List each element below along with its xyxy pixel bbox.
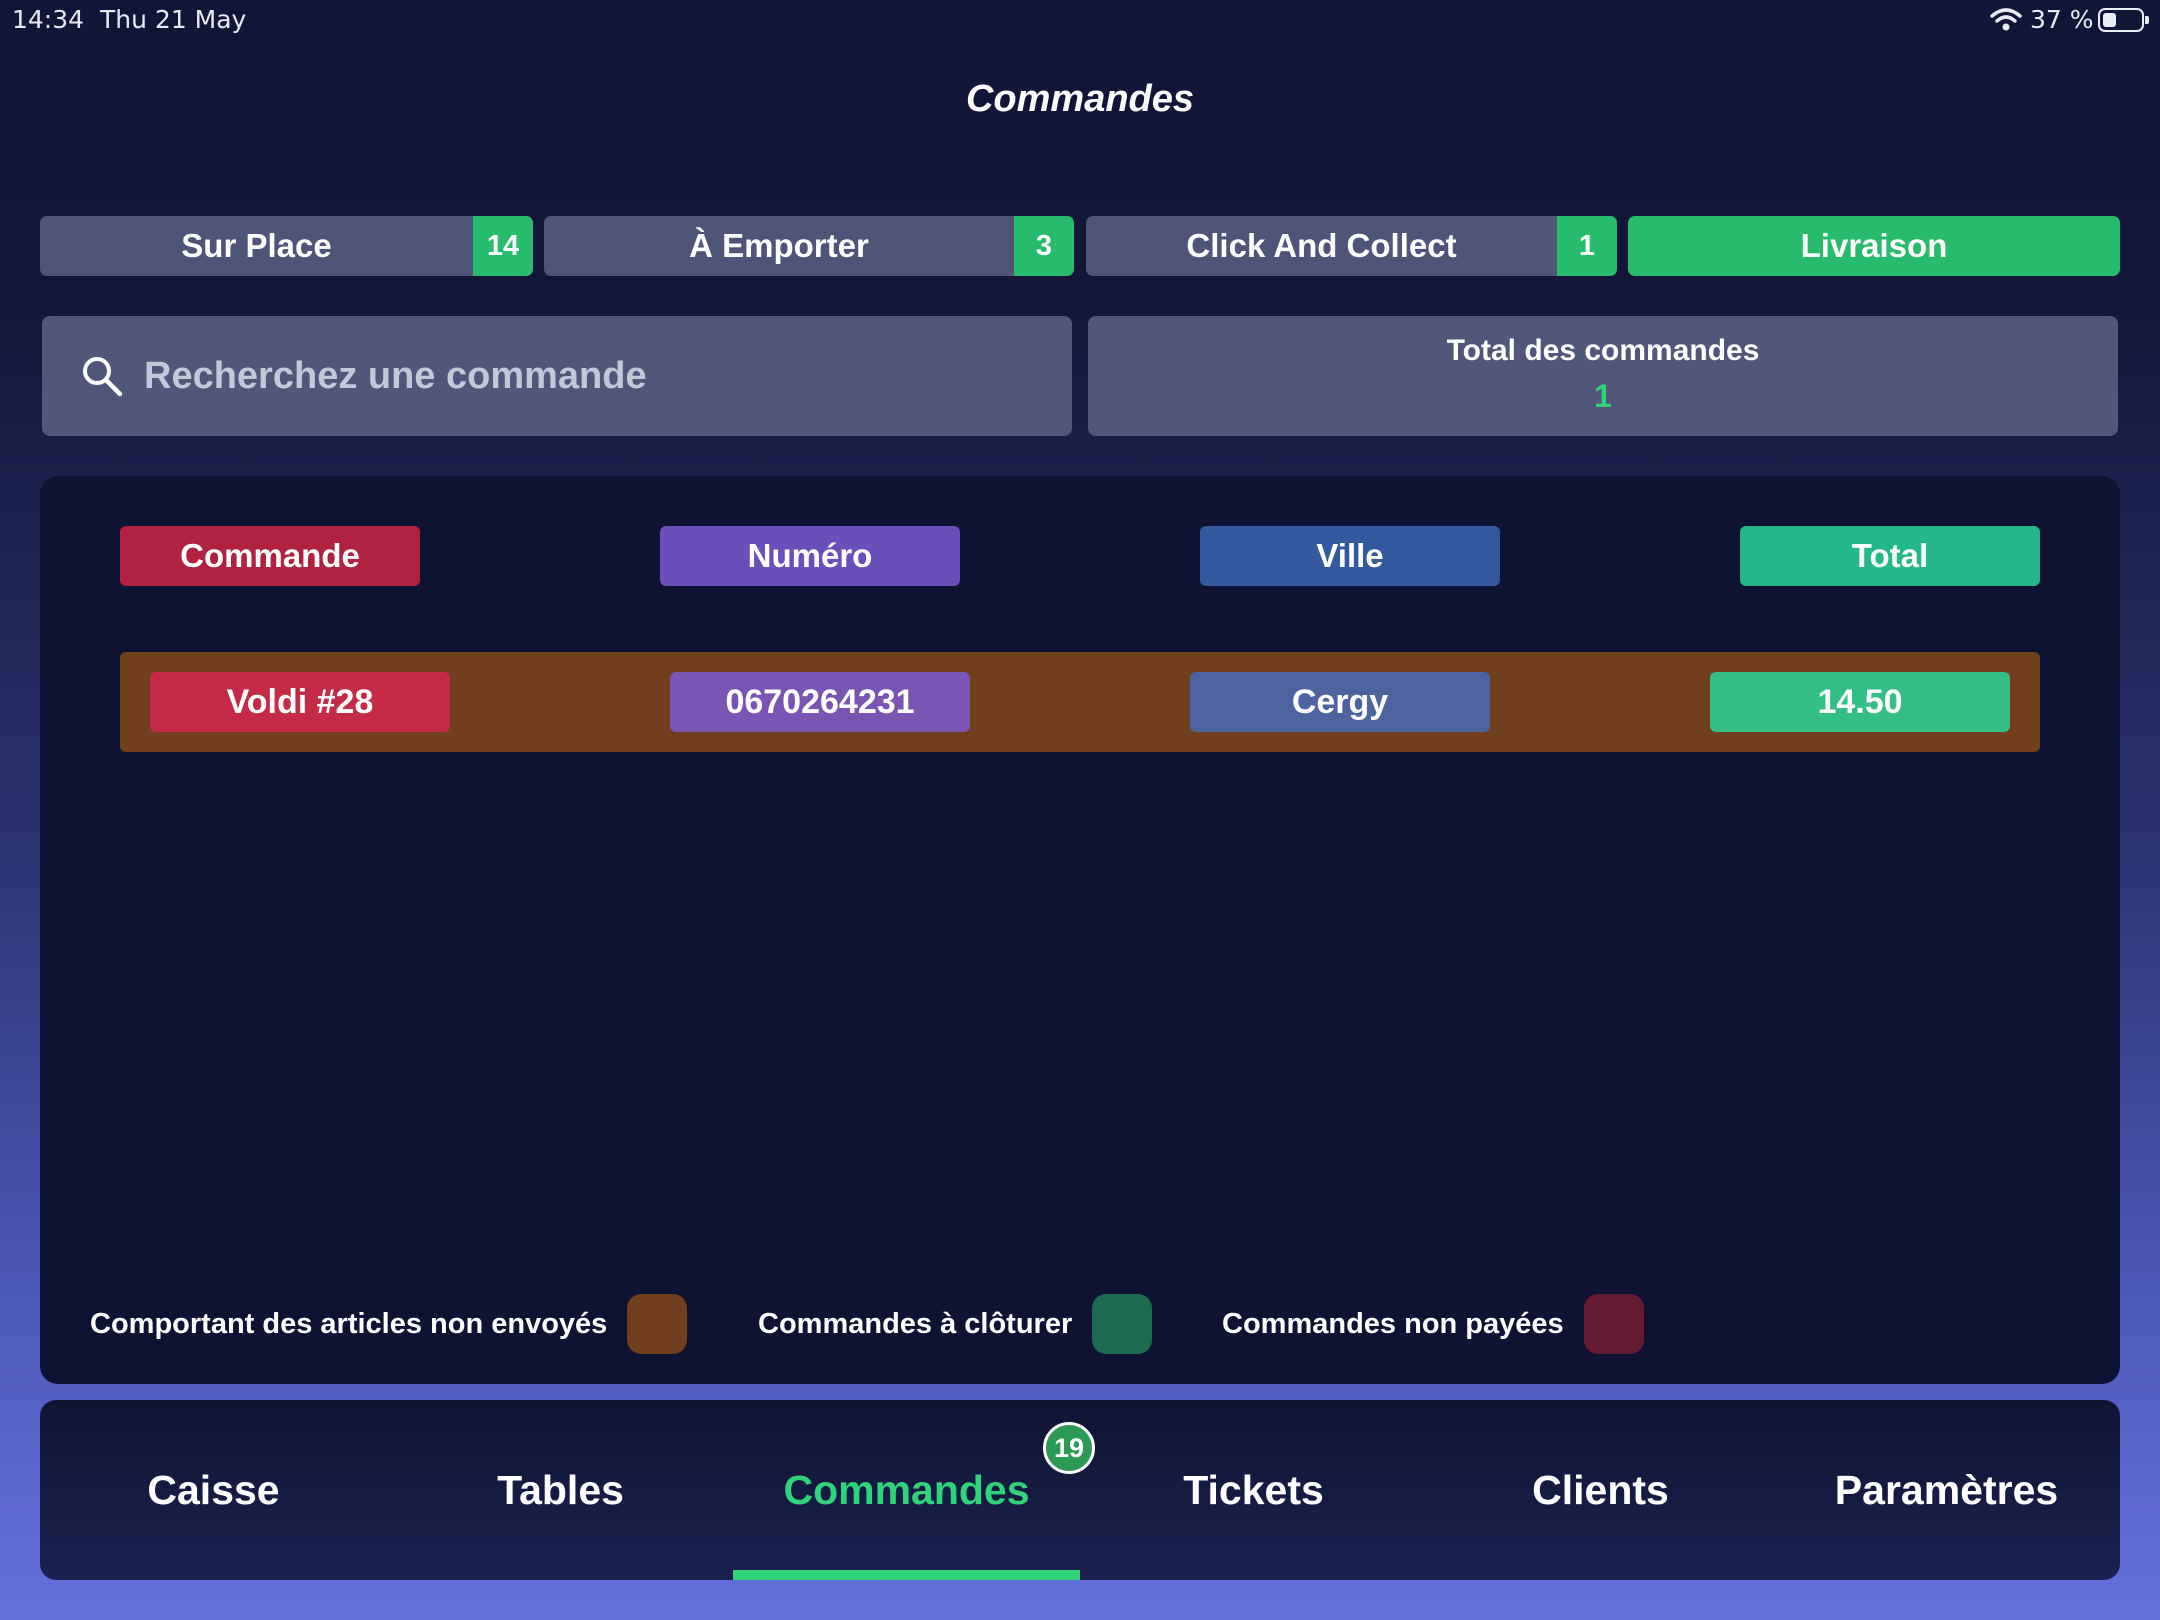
legend-unpaid: Commandes non payées [1222, 1294, 1644, 1354]
nav-tables[interactable]: Tables [387, 1400, 734, 1580]
legend-swatch-unsent [627, 1294, 688, 1354]
tab-count-badge: 1 [1557, 216, 1617, 276]
legend-unsent-items: Comportant des articles non envoyés [90, 1294, 688, 1354]
nav-commandes[interactable]: Commandes [733, 1400, 1080, 1580]
legend-label: Comportant des articles non envoyés [90, 1307, 608, 1340]
legend-label: Commandes non payées [1222, 1307, 1564, 1340]
tab-click-and-collect[interactable]: Click And Collect 1 [1086, 216, 1617, 276]
order-row[interactable]: Voldi #28 0670264231 Cergy 14.50 [120, 652, 2040, 752]
status-bar: 14:34 Thu 21 May 37 % [0, 0, 2160, 40]
tab-count-badge: 3 [1014, 216, 1074, 276]
order-total-cell: 14.50 [1710, 672, 2010, 732]
nav-tickets[interactable]: Tickets [1080, 1400, 1427, 1580]
header: Commandes [0, 40, 2160, 198]
column-header-commande: Commande [120, 526, 420, 586]
status-date: Thu 21 May [100, 5, 247, 34]
nav-clients[interactable]: Clients [1427, 1400, 1774, 1580]
page-title: Commandes [965, 78, 1195, 120]
legend-swatch-to-close [1092, 1294, 1153, 1354]
wifi-icon [1990, 8, 2022, 31]
tab-label: À Emporter [689, 227, 869, 264]
bottom-nav: Caisse Tables Commandes Tickets Clients … [40, 1400, 2120, 1580]
search-input[interactable] [144, 336, 1072, 416]
orders-total-label: Total des commandes [1446, 334, 1760, 367]
tab-label: Sur Place [181, 227, 332, 264]
orders-total-value: 1 [1594, 378, 1612, 414]
orders-panel: Commande Numéro Ville Total Voldi #28 06… [40, 476, 2120, 1384]
order-name-cell: Voldi #28 [150, 672, 450, 732]
tab-label: Click And Collect [1186, 227, 1457, 264]
tab-a-emporter[interactable]: À Emporter 3 [544, 216, 1074, 276]
nav-commandes-badge: 19 [1043, 1422, 1095, 1474]
orders-total-card: Total des commandes 1 [1088, 316, 2118, 436]
legend-swatch-unpaid [1583, 1294, 1644, 1354]
nav-active-indicator [733, 1570, 1080, 1580]
status-time: 14:34 [12, 5, 85, 34]
nav-caisse[interactable]: Caisse [40, 1400, 387, 1580]
legend-label: Commandes à clôturer [758, 1307, 1073, 1340]
nav-parametres[interactable]: Paramètres [1773, 1400, 2120, 1580]
tab-sur-place[interactable]: Sur Place 14 [40, 216, 533, 276]
battery-level [2103, 13, 2116, 27]
battery-icon [2098, 8, 2149, 32]
battery-percentage: 37 % [2030, 5, 2094, 34]
order-city-cell: Cergy [1190, 672, 1490, 732]
search-icon [83, 357, 123, 397]
tab-count-badge: 14 [473, 216, 533, 276]
tab-livraison[interactable]: Livraison [1628, 216, 2120, 276]
legend-to-close: Commandes à clôturer [758, 1294, 1153, 1354]
column-header-total: Total [1740, 526, 2040, 586]
column-header-ville: Ville [1200, 526, 1500, 586]
column-header-numero: Numéro [660, 526, 960, 586]
order-phone-cell: 0670264231 [670, 672, 970, 732]
search-box[interactable] [42, 316, 1072, 436]
tab-label: Livraison [1800, 227, 1948, 264]
